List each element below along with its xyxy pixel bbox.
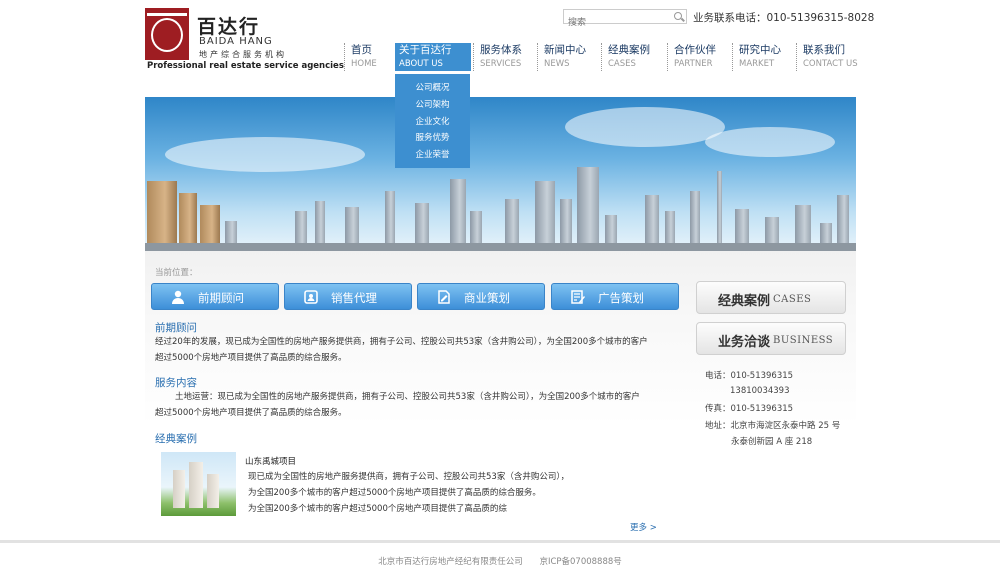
nav-contact[interactable]: 联系我们 CONTACT US (796, 43, 858, 71)
about-dropdown-menu: 公司概况 公司架构 企业文化 服务优势 企业荣誉 (395, 74, 470, 168)
hotline: 业务联系电话：010-51396315-8028 (693, 12, 875, 24)
contact-mobile: 13810034393 (730, 386, 790, 396)
nav-market[interactable]: 研究中心 MARKET (732, 43, 781, 71)
service-label: 前期顾问 (198, 291, 244, 305)
notepad-pencil-icon (571, 290, 585, 304)
nav-label: 关于百达行 (399, 44, 452, 56)
nav-home[interactable]: 首页 HOME (344, 43, 377, 71)
nav-news[interactable]: 新闻中心 NEWS (537, 43, 586, 71)
more-link[interactable]: 更多 > (630, 521, 657, 533)
nav-label: 研究中心 (739, 44, 781, 56)
service-label: 广告策划 (598, 291, 644, 305)
contact-card-icon (304, 290, 318, 304)
search-input[interactable] (564, 16, 664, 30)
document-edit-icon (438, 290, 450, 304)
nav-sublabel: ABOUT US (399, 59, 443, 69)
footer: 北京市百达行房地产经纪有限责任公司 京ICP备07008888号 (0, 555, 1000, 567)
service-button-commercial[interactable]: 商业策划 (417, 283, 545, 310)
nav-label: 联系我们 (803, 44, 845, 56)
footer-icp[interactable]: 京ICP备07008888号 (539, 557, 621, 567)
case-text: 现已成为全国性的房地产服务提供商，拥有子公司、控股公司共53家（含井购公司）， (248, 472, 570, 482)
service-button-consulting[interactable]: 前期顾问 (151, 283, 279, 310)
nav-about[interactable]: 关于百达行 ABOUT US (395, 43, 471, 71)
nav-sublabel: PARTNER (674, 59, 713, 69)
case-text: 为全国200多个城市的客户超过5000个房地产项目提供了高品质的综 (248, 504, 507, 514)
dropdown-item[interactable]: 公司概况 (395, 80, 470, 97)
side-button-label: 经典案例 (718, 294, 771, 309)
case-title[interactable]: 山东禹城项目 (245, 455, 296, 467)
side-button-sublabel: BUSINESS (773, 335, 834, 346)
nav-partner[interactable]: 合作伙伴 PARTNER (667, 43, 716, 71)
section-text: 超过5000个房地产项目提供了高品质的综合服务。 (155, 353, 347, 363)
section-text: 经过20年的发展，现已成为全国性的房地产服务提供商，拥有子公司、控股公司共53家… (155, 337, 648, 347)
nav-sublabel: SERVICES (480, 59, 522, 69)
page: 百达行 BAIDA HANG 地产综合服务机构 Professional rea… (0, 0, 1000, 567)
nav-sublabel: MARKET (739, 59, 775, 69)
city-skyline-banner (145, 97, 856, 251)
section-title-consulting: 前期顾问 (155, 322, 197, 334)
nav-label: 合作伙伴 (674, 44, 716, 56)
side-business-button[interactable]: 业务洽谈 BUSINESS (696, 322, 846, 355)
side-button-label: 业务洽谈 (718, 335, 771, 350)
side-button-sublabel: CASES (773, 294, 812, 305)
logo-name-cn: 百达行 (197, 16, 261, 38)
dropdown-item[interactable]: 企业文化 (395, 114, 470, 131)
case-text: 为全国200多个城市的客户超过5000个房地产项目提供了高品质的综合服务。 (248, 488, 541, 498)
dropdown-item[interactable]: 服务优势 (395, 130, 470, 147)
breadcrumb: 当前位置： (155, 268, 198, 278)
service-button-advertising[interactable]: 广告策划 (551, 283, 679, 310)
search-icon[interactable] (674, 12, 682, 20)
nav-sublabel: CASES (608, 59, 636, 69)
section-title-cases: 经典案例 (155, 433, 197, 445)
logo-tagline: Professional real estate service agencie… (147, 61, 344, 71)
footer-company: 北京市百达行房地产经纪有限责任公司 (378, 557, 523, 567)
section-text: 超过5000个房地产项目提供了高品质的综合服务。 (155, 408, 347, 418)
service-button-sales[interactable]: 销售代理 (284, 283, 412, 310)
case-thumbnail[interactable] (161, 452, 236, 516)
dropdown-item[interactable]: 公司架构 (395, 97, 470, 114)
dropdown-item[interactable]: 企业荣誉 (395, 147, 470, 164)
section-title-services: 服务内容 (155, 377, 197, 389)
logo-name-en: BAIDA HANG (199, 36, 273, 47)
nav-label: 首页 (351, 44, 372, 56)
footer-divider (0, 540, 1000, 543)
logo-seal-icon (145, 8, 189, 60)
contact-fax: 传真：010-51396315 (705, 404, 794, 414)
search-box (563, 9, 687, 30)
nav-label: 经典案例 (608, 44, 650, 56)
nav-label: 新闻中心 (544, 44, 586, 56)
nav-label: 服务体系 (480, 44, 522, 56)
contact-tel: 电话：010-51396315 (705, 371, 794, 381)
nav-sublabel: CONTACT US (803, 59, 858, 69)
logo-subtitle: 地产综合服务机构 (199, 50, 287, 59)
person-icon (172, 290, 184, 304)
nav-sublabel: NEWS (544, 59, 570, 69)
nav-services[interactable]: 服务体系 SERVICES (473, 43, 522, 71)
side-cases-button[interactable]: 经典案例 CASES (696, 281, 846, 314)
logo[interactable]: 百达行 BAIDA HANG 地产综合服务机构 Professional rea… (145, 8, 344, 72)
section-text: 土地运营：现已成为全国性的房地产服务提供商，拥有子公司、控股公司共53家（含井购… (175, 392, 640, 402)
service-label: 商业策划 (464, 291, 510, 305)
main-nav: 首页 HOME 关于百达行 ABOUT US 服务体系 SERVICES 新闻中… (343, 43, 863, 73)
nav-sublabel: HOME (351, 59, 377, 69)
contact-address: 地址：北京市海淀区永泰中路 25 号 (705, 421, 841, 431)
service-label: 销售代理 (331, 291, 377, 305)
contact-address-line2: 永泰创新园 A 座 218 (731, 437, 813, 447)
nav-cases[interactable]: 经典案例 CASES (601, 43, 650, 71)
